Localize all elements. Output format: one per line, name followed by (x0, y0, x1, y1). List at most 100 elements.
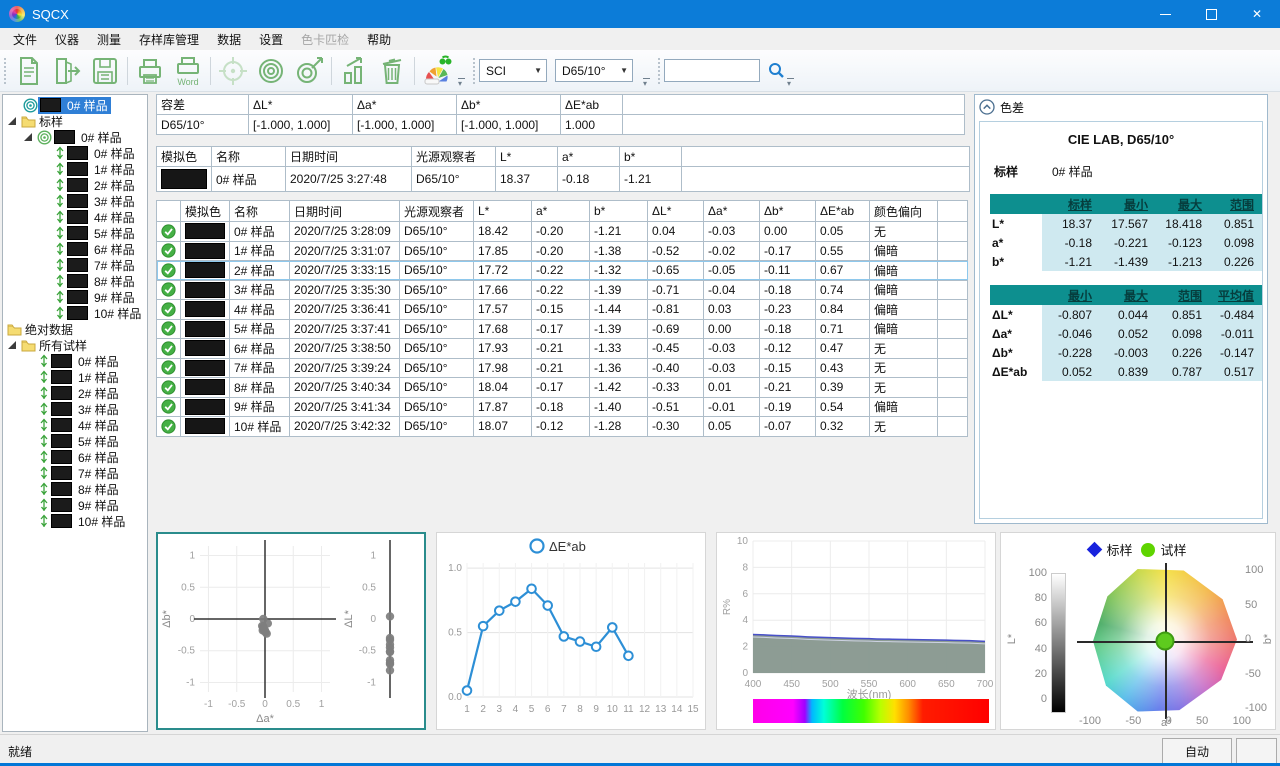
tree-item-2# 样品[interactable]: 2# 样品 (3, 385, 147, 401)
tree-item-0# 样品[interactable]: 0# 样品 (3, 353, 147, 369)
delta-e-trend-chart-panel[interactable]: ΔE*ab0.00.51.0123456789101112131415 (436, 532, 706, 730)
tree-item-3# 样品[interactable]: 3# 样品 (3, 193, 147, 209)
cell: 偏暗 (870, 241, 938, 261)
tree-item-4# 样品[interactable]: 4# 样品 (3, 417, 147, 433)
illuminant-observer-dropdown[interactable]: D65/10°▼ (555, 59, 633, 82)
tree-item-6# 样品[interactable]: 6# 样品 (3, 241, 147, 257)
search-input[interactable] (664, 59, 760, 82)
menu-item-数据[interactable]: 数据 (208, 28, 250, 51)
scatter-chart-panel[interactable]: -1-1-0.5-0.5000.50.511Δb*Δa*-1-0.500.51Δ… (156, 532, 426, 730)
tree-item-1# 样品[interactable]: 1# 样品 (3, 369, 147, 385)
menu-item-设置[interactable]: 设置 (250, 28, 292, 51)
table-row[interactable]: 9# 样品2020/7/25 3:41:34D65/10°17.87-0.18-… (157, 397, 968, 417)
toolbar-overflow-icon[interactable]: ▾ (787, 78, 794, 88)
tree-item-所有试样[interactable]: 所有试样 (3, 337, 147, 353)
reflectance-chart-panel[interactable]: 0246810400450500550600650700R%波长(nm) (716, 532, 996, 730)
tree-item-标样[interactable]: 标样 (3, 113, 147, 129)
color-swatch (67, 146, 88, 160)
sci-sce-dropdown[interactable]: SCI▼ (479, 59, 547, 82)
cell: -1.44 (590, 300, 648, 320)
tree-item-6# 样品[interactable]: 6# 样品 (3, 449, 147, 465)
tree-item-0# 样品[interactable]: 0# 样品 (3, 97, 147, 113)
export-icon (50, 54, 84, 88)
auto-mode-button[interactable]: 自动 (1162, 738, 1232, 764)
table-row[interactable]: 6# 样品2020/7/25 3:38:50D65/10°17.93-0.21-… (157, 339, 968, 359)
pass-status-cell (157, 300, 181, 320)
menu-item-文件[interactable]: 文件 (4, 28, 46, 51)
menu-item-存样库管理[interactable]: 存样库管理 (130, 28, 208, 51)
calibrate-black-icon (216, 54, 250, 88)
cell (938, 417, 968, 437)
table-row[interactable]: 2# 样品2020/7/25 3:33:15D65/10°17.72-0.22-… (157, 261, 968, 281)
tree-expander-icon[interactable] (24, 133, 32, 141)
tree-item-label: 2# 样品 (75, 385, 122, 402)
maximize-button[interactable] (1188, 0, 1234, 28)
table-row[interactable]: 3# 样品2020/7/25 3:35:30D65/10°17.66-0.22-… (157, 280, 968, 300)
tree-item-10# 样品[interactable]: 10# 样品 (3, 305, 147, 321)
tree-item-9# 样品[interactable]: 9# 样品 (3, 289, 147, 305)
tree-item-5# 样品[interactable]: 5# 样品 (3, 225, 147, 241)
tree-item-3# 样品[interactable]: 3# 样品 (3, 401, 147, 417)
table-row[interactable]: 4# 样品2020/7/25 3:36:41D65/10°17.57-0.15-… (157, 300, 968, 320)
lab-color-wheel-panel[interactable]: 标样试样L*100806040200100500-50-100b*-100-50… (1000, 532, 1276, 730)
tree-item-0# 样品[interactable]: 0# 样品 (3, 145, 147, 161)
delete-button[interactable] (373, 52, 411, 90)
color-swatch (51, 466, 72, 480)
cell: -0.65 (648, 261, 704, 281)
tree-expander-icon[interactable] (8, 117, 16, 125)
pass-status-cell (157, 417, 181, 437)
new-document-button[interactable] (10, 52, 48, 90)
export-button[interactable] (48, 52, 86, 90)
statistics-button[interactable] (335, 52, 373, 90)
table-row[interactable]: 0# 样品2020/7/25 3:27:48D65/10°18.37-0.18-… (157, 167, 970, 192)
tree-item-8# 样品[interactable]: 8# 样品 (3, 481, 147, 497)
calibrate-black-button[interactable] (214, 52, 252, 90)
tree-item-0# 样品[interactable]: 0# 样品 (3, 129, 147, 145)
tree-item-1# 样品[interactable]: 1# 样品 (3, 161, 147, 177)
table-row[interactable]: 8# 样品2020/7/25 3:40:34D65/10°18.04-0.17-… (157, 378, 968, 398)
toolbar-overflow-icon[interactable]: ▾ (458, 78, 465, 88)
table-row[interactable]: 1# 样品2020/7/25 3:31:07D65/10°17.85-0.20-… (157, 241, 968, 261)
tree-expander-icon[interactable] (8, 341, 16, 349)
tree-item-7# 样品[interactable]: 7# 样品 (3, 465, 147, 481)
cell: -0.07 (760, 417, 816, 437)
menu-item-色卡匹检[interactable]: 色卡匹检 (292, 28, 358, 51)
target-teal-icon (23, 98, 38, 113)
menu-item-仪器[interactable]: 仪器 (46, 28, 88, 51)
table-row[interactable]: 5# 样品2020/7/25 3:37:41D65/10°17.68-0.17-… (157, 319, 968, 339)
minimize-button[interactable] (1142, 0, 1188, 28)
column-header: b* (620, 147, 682, 167)
tree-item-10# 样品[interactable]: 10# 样品 (3, 513, 147, 529)
color-match-button[interactable] (418, 52, 456, 90)
arrow-icon (39, 514, 49, 528)
cell: -0.11 (760, 261, 816, 281)
toolbar-overflow-icon[interactable]: ▾ (643, 78, 650, 88)
table-row[interactable]: 0# 样品2020/7/25 3:28:09D65/10°18.42-0.20-… (157, 222, 968, 242)
tree-item-5# 样品[interactable]: 5# 样品 (3, 433, 147, 449)
menu-item-帮助[interactable]: 帮助 (358, 28, 400, 51)
save-button[interactable] (86, 52, 124, 90)
print-button[interactable] (131, 52, 169, 90)
close-button[interactable]: ✕ (1234, 0, 1280, 28)
table-row[interactable]: D65/10°[-1.000, 1.000][-1.000, 1.000][-1… (157, 115, 965, 135)
tree-item-7# 样品[interactable]: 7# 样品 (3, 257, 147, 273)
table-row[interactable]: 7# 样品2020/7/25 3:39:24D65/10°17.98-0.21-… (157, 358, 968, 378)
lightness-gradient-bar (1051, 573, 1066, 713)
calibrate-white-button[interactable] (252, 52, 290, 90)
tree-item-8# 样品[interactable]: 8# 样品 (3, 273, 147, 289)
collapse-icon[interactable] (979, 99, 995, 115)
menu-item-测量[interactable]: 测量 (88, 28, 130, 51)
tree-item-9# 样品[interactable]: 9# 样品 (3, 497, 147, 513)
stat-row: L*18.3717.56718.4180.851 (990, 214, 1262, 233)
svg-text:Word: Word (177, 77, 198, 87)
tree-item-2# 样品[interactable]: 2# 样品 (3, 177, 147, 193)
export-word-button[interactable]: Word (169, 52, 207, 90)
search-button[interactable] (768, 62, 785, 79)
table-row[interactable]: 10# 样品2020/7/25 3:42:32D65/10°18.07-0.12… (157, 417, 968, 437)
measure-button[interactable] (290, 52, 328, 90)
color-swatch (54, 130, 75, 144)
tree-item-4# 样品[interactable]: 4# 样品 (3, 209, 147, 225)
tree-item-绝对数据[interactable]: 绝对数据 (3, 321, 147, 337)
cell: 17.85 (474, 241, 532, 261)
color-difference-header[interactable]: 色差 (975, 95, 1267, 119)
